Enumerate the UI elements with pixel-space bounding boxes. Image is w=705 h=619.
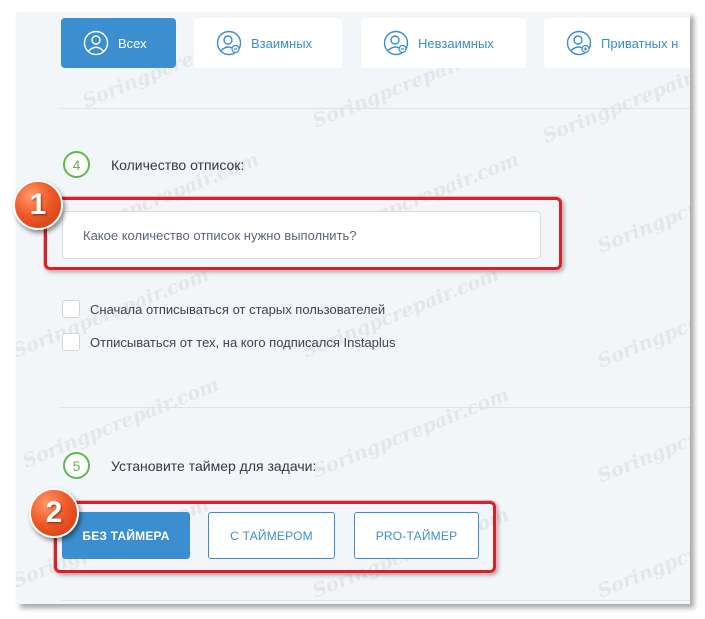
annotation-marker-2: 2 xyxy=(29,488,79,538)
step-number: 5 xyxy=(63,452,90,479)
section-divider xyxy=(61,407,690,408)
user-plus-icon xyxy=(566,30,592,56)
step-number: 4 xyxy=(63,151,90,178)
watermark: Soringpcrepair.com xyxy=(594,273,690,373)
with-timer-button[interactable]: С ТАЙМЕРОМ xyxy=(208,512,335,559)
step-title: Количество отписок: xyxy=(111,157,245,173)
no-timer-button[interactable]: БЕЗ ТАЙМЕРА xyxy=(62,512,190,559)
unfollow-count-input[interactable] xyxy=(62,211,541,259)
section-divider xyxy=(61,600,690,601)
watermark: Soringpcrepair.com xyxy=(309,383,513,483)
watermark: Soringpcrepair.com xyxy=(594,158,690,258)
checkbox-label: Сначала отписываться от старых пользоват… xyxy=(90,301,386,317)
checkbox[interactable] xyxy=(62,300,80,318)
tab-all[interactable]: Всех xyxy=(61,18,176,68)
user-minus-icon xyxy=(216,30,242,56)
checkbox-label: Отписываться от тех, на кого подписался … xyxy=(90,334,396,350)
tab-label: Невзаимных xyxy=(418,35,494,51)
annotation-marker-1: 1 xyxy=(13,180,63,230)
tab-label: Приватных н xyxy=(601,35,679,51)
user-minus-icon xyxy=(383,30,409,56)
tab-nonmutual[interactable]: Невзаимных xyxy=(361,18,526,68)
section-divider xyxy=(61,108,690,109)
checkbox-unfollow-instaplus[interactable]: Отписываться от тех, на кого подписался … xyxy=(62,333,396,351)
pro-timer-button[interactable]: PRO-ТАЙМЕР xyxy=(354,512,479,559)
app-panel: Soringpcrepair.com Soringpcrepair.com So… xyxy=(16,12,690,604)
tab-private[interactable]: Приватных н xyxy=(544,18,690,68)
step-title: Установите таймер для задачи: xyxy=(111,458,317,474)
tab-label: Всех xyxy=(118,35,147,51)
watermark: Soringpcrepair.com xyxy=(594,388,690,488)
checkbox[interactable] xyxy=(62,333,80,351)
user-circle-icon xyxy=(83,30,109,56)
watermark: Soringpcrepair.com xyxy=(594,503,690,603)
checkbox-unfollow-old-first[interactable]: Сначала отписываться от старых пользоват… xyxy=(62,300,385,318)
tab-label: Взаимных xyxy=(251,35,313,51)
tab-mutual[interactable]: Взаимных xyxy=(194,18,342,68)
